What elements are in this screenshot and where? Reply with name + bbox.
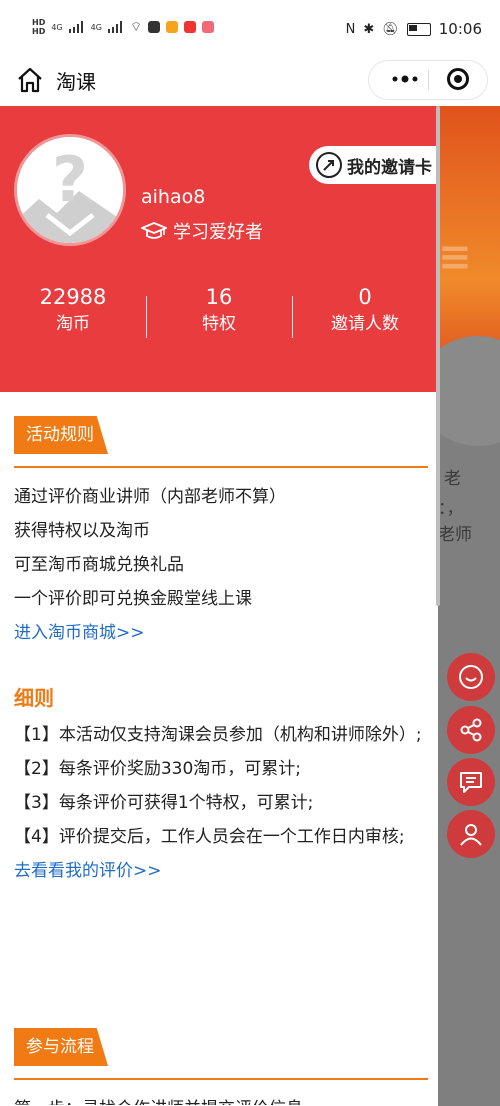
- rules-line: 可至淘币商城兑换礼品: [14, 555, 184, 575]
- mini-program-capsule: [368, 60, 488, 100]
- rules-line: 通过评价商业讲师（内部老师不算）: [14, 487, 286, 507]
- stat-invites[interactable]: 0 邀请人数: [292, 284, 438, 344]
- stat-divider: [292, 296, 293, 338]
- share-arrow-icon: [316, 152, 342, 178]
- background-page: ≡ 老 ：， 老师: [438, 106, 500, 1106]
- process-section-tag: 参与流程: [14, 1028, 108, 1066]
- page-title: 淘课: [56, 70, 96, 94]
- details-item: 【4】评价提交后，工作人员会在一个工作日内审核;: [14, 827, 405, 847]
- rules-line: 一个评价即可兑换金殿堂线上课: [14, 589, 252, 609]
- invite-panel: ? aihao8 学习爱好者 我的邀请卡 22988 淘币 16 特权 0 邀请…: [0, 106, 438, 1105]
- process-divider: [14, 1078, 428, 1080]
- share-button[interactable]: [447, 706, 495, 754]
- background-text-1: 老: [444, 469, 461, 489]
- rules-section-tag: 活动规则: [14, 416, 108, 454]
- graduation-cap-icon: [141, 222, 167, 239]
- user-role: 学习爱好者: [141, 218, 263, 244]
- coin-mall-link[interactable]: 进入淘币商城>>: [14, 616, 428, 650]
- network-label-1: 4G: [51, 22, 63, 32]
- invite-card-button[interactable]: 我的邀请卡: [309, 146, 438, 184]
- chat-bubble-icon: [459, 665, 483, 689]
- default-avatar-icon: ?: [17, 137, 123, 243]
- status-bar: HD HD 4G 4G ⌔ N ✱ 🔕︎ 10:06: [0, 0, 500, 56]
- rules-divider: [14, 466, 428, 468]
- battery-icon: [406, 22, 431, 36]
- svg-text:?: ?: [52, 143, 88, 216]
- wifi-icon: ⌔: [129, 20, 143, 35]
- background-banner-glyph: ≡: [438, 234, 472, 280]
- background-wave: [438, 336, 500, 446]
- profile-button[interactable]: [447, 810, 495, 858]
- network-label-2: 4G: [90, 22, 102, 32]
- message-icon: [460, 772, 482, 793]
- details-item: 【1】本活动仅支持淘课会员参加（机构和讲师除外）;: [14, 725, 422, 745]
- stat-label: 特权: [202, 314, 236, 334]
- stat-value: 16: [205, 285, 233, 309]
- details-item: 【2】每条评价奖励330淘币，可累计;: [14, 759, 301, 779]
- hd-badge-2: HD: [32, 27, 46, 36]
- share-nodes-icon: [460, 718, 482, 742]
- details-item: 【3】每条评价可获得1个特权，可累计;: [14, 793, 314, 813]
- close-target-icon[interactable]: [447, 68, 469, 90]
- details-title: 细则: [14, 686, 54, 710]
- signal-icon-2: [107, 21, 124, 33]
- background-text-3: 老师: [438, 525, 472, 545]
- bluetooth-icon: ✱: [363, 21, 375, 37]
- rules-line: 获得特权以及淘币: [14, 521, 150, 541]
- stat-divider: [146, 296, 147, 338]
- mute-bell-icon: 🔕︎: [382, 21, 399, 37]
- my-reviews-link[interactable]: 去看看我的评价>>: [14, 854, 428, 888]
- upload-icon: [148, 21, 161, 33]
- stats-row: 22988 淘币 16 特权 0 邀请人数: [0, 284, 438, 344]
- username: aihao8: [141, 186, 206, 208]
- invite-card-label: 我的邀请卡: [347, 157, 432, 178]
- nav-bar: 淘课: [0, 56, 500, 106]
- user-role-label: 学习爱好者: [173, 222, 263, 243]
- hd-badge-1: HD: [32, 18, 46, 27]
- stat-privileges[interactable]: 16 特权: [146, 284, 292, 344]
- process-first-line: 第一步：寻找合作讲师并提交评价信息: [14, 1092, 428, 1105]
- stat-coins[interactable]: 22988 淘币: [0, 284, 146, 344]
- capsule-divider: [428, 70, 429, 90]
- details-list: 【1】本活动仅支持淘课会员参加（机构和讲师除外）; 【2】每条评价奖励330淘币…: [14, 718, 428, 888]
- scrollbar[interactable]: [436, 106, 440, 606]
- signal-icon: [68, 21, 85, 33]
- user-icon: [460, 824, 482, 846]
- profile-header: ? aihao8 学习爱好者 我的邀请卡 22988 淘币 16 特权 0 邀请…: [0, 106, 438, 392]
- more-dots-icon[interactable]: [385, 69, 425, 89]
- stat-label: 邀请人数: [331, 314, 399, 334]
- app-pink-icon: [202, 21, 215, 33]
- home-icon[interactable]: [16, 66, 44, 94]
- weibo-icon: [166, 21, 179, 33]
- app-red-icon: [184, 21, 197, 33]
- status-left: HD HD 4G 4G ⌔: [32, 18, 215, 36]
- stat-value: 22988: [39, 285, 107, 309]
- nfc-icon: N: [345, 21, 356, 37]
- stat-value: 0: [358, 285, 372, 309]
- message-button[interactable]: [447, 758, 495, 806]
- status-right: N ✱ 🔕︎ 10:06: [346, 20, 482, 38]
- background-text-2: ：，: [438, 499, 464, 519]
- stat-label: 淘币: [56, 314, 90, 334]
- avatar[interactable]: ?: [14, 134, 126, 246]
- rules-list: 通过评价商业讲师（内部老师不算） 获得特权以及淘币 可至淘币商城兑换礼品 一个评…: [14, 480, 428, 650]
- customer-service-button[interactable]: [447, 653, 495, 701]
- clock-time: 10:06: [438, 20, 482, 38]
